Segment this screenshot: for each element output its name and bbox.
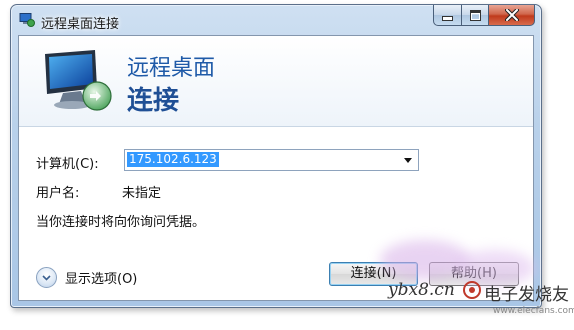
- watermark-brand: 电子发烧友: [484, 285, 569, 305]
- dropdown-arrow-icon[interactable]: [404, 158, 412, 163]
- close-button[interactable]: [489, 5, 535, 26]
- remote-desktop-icon: [19, 13, 35, 27]
- username-value: 未指定: [122, 186, 162, 201]
- window-title: 远程桌面连接: [41, 17, 120, 32]
- minimize-button[interactable]: [433, 5, 462, 26]
- show-options-toggle[interactable]: 显示选项(O): [36, 267, 137, 288]
- username-label: 用户名:: [36, 186, 80, 201]
- monitor-remote-icon: [45, 50, 112, 111]
- watermark-site: ybx8.cn: [388, 280, 455, 300]
- titlebar[interactable]: 远程桌面连接: [11, 5, 541, 35]
- maximize-button[interactable]: [462, 5, 489, 26]
- minimize-icon: [442, 16, 453, 21]
- watermark-logo-icon: [463, 281, 481, 299]
- watermark-url: www.elecfans.com: [493, 306, 574, 316]
- close-icon: [504, 9, 519, 21]
- computer-label: 计算机(C):: [36, 157, 99, 172]
- show-options-label[interactable]: 显示选项(O): [65, 268, 137, 287]
- chevron-down-icon[interactable]: [36, 267, 57, 288]
- banner: 远程桌面 连接: [19, 36, 533, 127]
- credentials-hint: 当你连接时将向你询问凭据。: [36, 215, 206, 230]
- banner-heading-secondary: 连接: [127, 86, 180, 116]
- computer-value[interactable]: 175.102.6.123: [127, 152, 219, 167]
- maximize-icon: [469, 9, 481, 21]
- banner-heading-primary: 远程桌面: [127, 56, 216, 81]
- screenshot: 远程桌面连接 远程桌面 连接 计算机(C): 175.102.6.123 用户名…: [0, 0, 574, 330]
- computer-combobox[interactable]: 175.102.6.123: [124, 149, 419, 171]
- caption-buttons: [433, 5, 535, 27]
